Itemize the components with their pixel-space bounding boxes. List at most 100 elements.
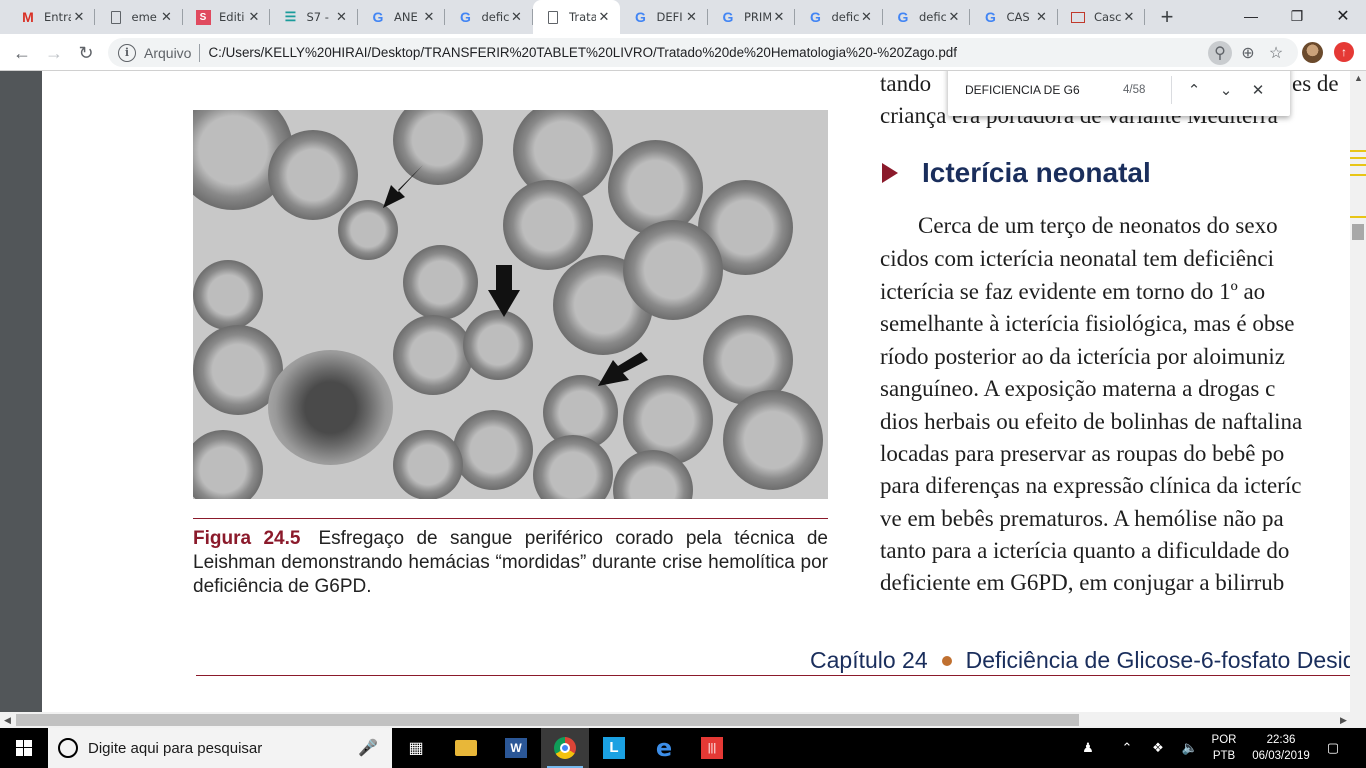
document-icon bbox=[545, 9, 561, 25]
volume-icon[interactable]: 🔈 bbox=[1178, 728, 1202, 768]
chrome-menu-alert-icon[interactable]: ↑ bbox=[1334, 42, 1354, 62]
close-window-button[interactable]: ✕ bbox=[1320, 0, 1366, 32]
find-match-mark bbox=[1350, 174, 1366, 176]
paragraph-line: ríodo posterior ao da icterícia por aloi… bbox=[880, 344, 1285, 369]
tab-10[interactable]: Gdefic ✕ bbox=[796, 0, 883, 34]
profile-avatar[interactable] bbox=[1302, 42, 1323, 63]
new-tab-button[interactable]: + bbox=[1152, 0, 1182, 34]
start-button[interactable] bbox=[0, 728, 48, 768]
tab-close-icon[interactable]: ✕ bbox=[246, 9, 262, 25]
tab-4[interactable]: ☰ S7 - ✕ bbox=[271, 0, 358, 34]
find-close-button[interactable]: ✕ bbox=[1242, 74, 1274, 106]
chrome-icon[interactable] bbox=[541, 728, 589, 768]
tab-8[interactable]: G DEFI ✕ bbox=[621, 0, 708, 34]
word-icon[interactable]: W bbox=[492, 728, 540, 768]
edge-icon[interactable]: e bbox=[640, 728, 688, 768]
paragraph-line: ve em bebês prematuros. A hemólise não p… bbox=[880, 506, 1284, 531]
people-icon[interactable]: ♟ bbox=[1074, 728, 1102, 768]
lexicon-app-icon[interactable]: L bbox=[590, 728, 638, 768]
find-divider bbox=[1171, 76, 1172, 104]
find-in-page-icon[interactable]: ⚲ bbox=[1208, 41, 1232, 65]
vertical-scrollbar[interactable] bbox=[1350, 71, 1366, 713]
scroll-left-arrow-icon[interactable]: ◀ bbox=[4, 715, 11, 726]
tab-12[interactable]: G CAS ✕ bbox=[971, 0, 1058, 34]
pdf-page: Figura 24.5 Esfregaço de sangue periféric… bbox=[42, 71, 1363, 713]
address-bar[interactable]: i Arquivo C:/Users/KELLY%20HIRAI/Desktop… bbox=[108, 38, 1298, 67]
find-input[interactable]: DEFICIENCIA DE G6 bbox=[965, 83, 1123, 97]
reload-button[interactable]: ↻ bbox=[72, 39, 100, 67]
tab-3[interactable]: S Editi ✕ bbox=[183, 0, 270, 34]
dropbox-icon[interactable]: ❖ bbox=[1146, 728, 1170, 768]
tab-title: Editi bbox=[219, 10, 245, 24]
url-text[interactable]: C:/Users/KELLY%20HIRAI/Desktop/TRANSFERI… bbox=[208, 45, 956, 60]
arrow-icon bbox=[598, 352, 648, 386]
address-divider bbox=[199, 43, 201, 62]
zoom-icon[interactable]: ⊕ bbox=[1236, 41, 1260, 65]
paragraph-line: para diferenças na expressão clínica da … bbox=[880, 473, 1302, 498]
tab-close-icon[interactable]: ✕ bbox=[684, 9, 700, 25]
tab-close-icon[interactable]: ✕ bbox=[859, 9, 875, 25]
tab-close-icon[interactable]: ✕ bbox=[421, 9, 437, 25]
google-icon: G bbox=[985, 9, 996, 25]
site-info-icon[interactable]: i bbox=[118, 43, 136, 62]
paragraph-line: dios herbais ou efeito de bolinhas de na… bbox=[880, 409, 1303, 434]
file-explorer-icon[interactable] bbox=[442, 728, 490, 768]
tab-9[interactable]: G PRIM ✕ bbox=[708, 0, 795, 34]
tab-close-icon[interactable]: ✕ bbox=[596, 9, 612, 25]
tab-close-icon[interactable]: ✕ bbox=[1121, 9, 1137, 25]
tab-title: Casc bbox=[1094, 10, 1121, 24]
tab-title: eme bbox=[131, 10, 157, 24]
bookmark-star-icon[interactable]: ☆ bbox=[1264, 41, 1288, 65]
tab-1[interactable]: M Entra✕ bbox=[8, 0, 95, 34]
forward-button[interactable]: → bbox=[40, 39, 68, 67]
tab-11[interactable]: Gdefic ✕ bbox=[883, 0, 970, 34]
tab-close-icon[interactable]: ✕ bbox=[509, 9, 525, 25]
find-match-mark bbox=[1350, 150, 1366, 152]
taskbar-clock[interactable]: 22:36 06/03/2019 bbox=[1252, 732, 1310, 764]
body-line: tando bbox=[880, 71, 932, 96]
vertical-scroll-thumb[interactable] bbox=[1352, 224, 1364, 240]
google-icon: G bbox=[460, 9, 471, 25]
red-app-icon[interactable]: ||| bbox=[688, 728, 736, 768]
scroll-right-arrow-icon[interactable]: ▶ bbox=[1340, 715, 1347, 726]
footer-chapter: Capítulo 24 bbox=[810, 647, 928, 673]
maximize-button[interactable]: ❐ bbox=[1274, 0, 1320, 32]
find-match-mark bbox=[1350, 216, 1366, 218]
document-icon bbox=[108, 9, 124, 25]
caption-rule bbox=[193, 518, 828, 519]
tab-6[interactable]: Gdefic ✕ bbox=[446, 0, 533, 34]
tab-close-icon[interactable]: ✕ bbox=[334, 9, 350, 25]
arrow-icon bbox=[488, 265, 520, 317]
horizontal-scroll-thumb[interactable] bbox=[16, 714, 1079, 726]
tab-close-icon[interactable]: ✕ bbox=[946, 9, 962, 25]
language-indicator[interactable]: POR PTB bbox=[1208, 732, 1240, 764]
tab-close-icon[interactable]: ✕ bbox=[159, 9, 175, 25]
microphone-icon[interactable]: 🎤 bbox=[358, 738, 378, 758]
tab-13[interactable]: Casc ✕ bbox=[1058, 0, 1145, 34]
google-icon: G bbox=[810, 9, 821, 25]
tab-close-icon[interactable]: ✕ bbox=[71, 9, 87, 25]
windows-taskbar: Digite aqui para pesquisar 🎤 ▦ W L e |||… bbox=[0, 728, 1366, 768]
scheme-label: Arquivo bbox=[144, 44, 192, 61]
taskbar-search[interactable]: Digite aqui para pesquisar 🎤 bbox=[48, 728, 392, 768]
show-hidden-icons-icon[interactable]: ⌃ bbox=[1114, 728, 1140, 768]
tab-close-icon[interactable]: ✕ bbox=[1034, 9, 1050, 25]
tab-7[interactable]: Trata ✕ bbox=[533, 0, 620, 34]
tab-title: ANE bbox=[394, 10, 418, 24]
tab-close-icon[interactable]: ✕ bbox=[771, 9, 787, 25]
tab-5[interactable]: G ANE ✕ bbox=[358, 0, 445, 34]
footer-title: Deficiência de Glicose-6-fosfato Desidr bbox=[965, 647, 1364, 673]
paragraph-line: cidos com icterícia neonatal tem deficiê… bbox=[880, 246, 1275, 271]
figure-label: Figura 24.5 bbox=[193, 528, 301, 549]
minimize-button[interactable]: — bbox=[1228, 0, 1274, 32]
find-previous-button[interactable]: ⌃ bbox=[1178, 74, 1210, 106]
back-button[interactable]: ← bbox=[8, 39, 36, 67]
cortana-icon bbox=[58, 738, 78, 758]
notifications-icon[interactable]: ▢ bbox=[1318, 728, 1348, 768]
task-view-icon[interactable]: ▦ bbox=[392, 728, 440, 768]
scroll-up-arrow-icon[interactable]: ▲ bbox=[1354, 73, 1363, 83]
tab-title: defic bbox=[831, 10, 859, 24]
find-next-button[interactable]: ⌄ bbox=[1210, 74, 1242, 106]
tab-2[interactable]: eme ✕ bbox=[96, 0, 183, 34]
find-match-mark bbox=[1350, 157, 1366, 159]
